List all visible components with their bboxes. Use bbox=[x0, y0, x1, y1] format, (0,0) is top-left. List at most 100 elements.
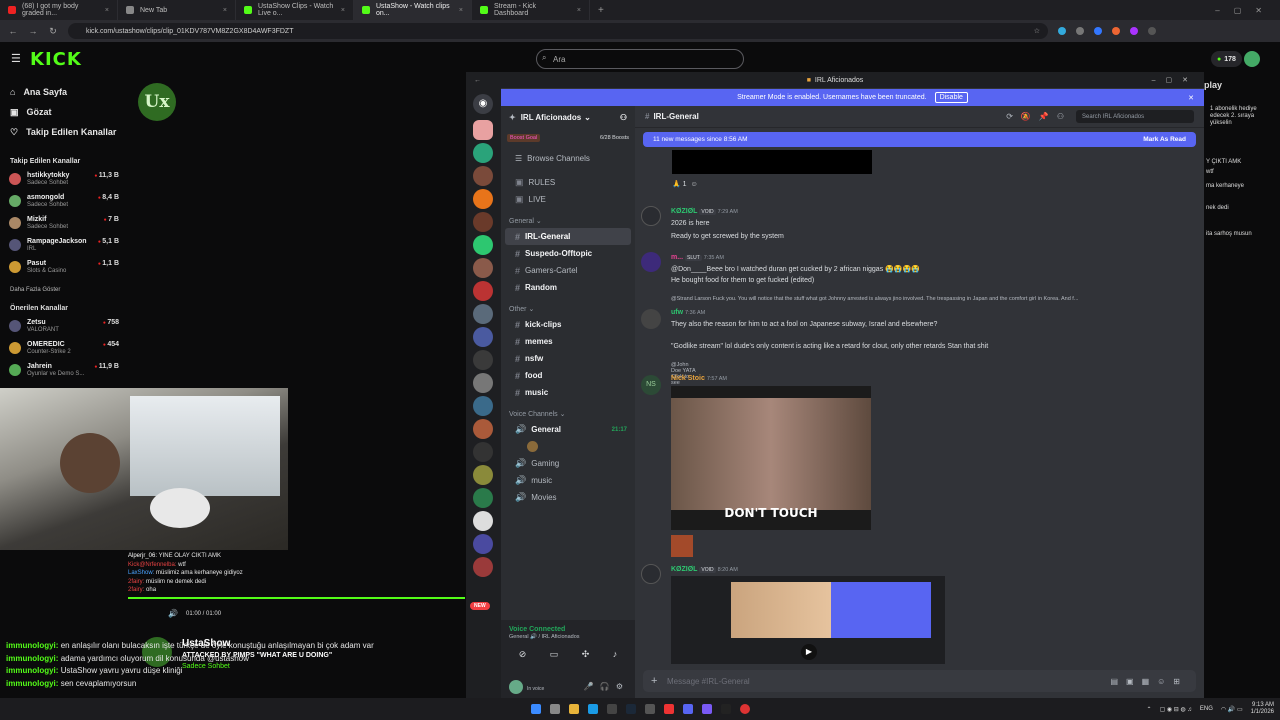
channel-channels_other-1[interactable]: # memes bbox=[501, 333, 635, 350]
server-icon[interactable] bbox=[473, 281, 493, 301]
server-icon[interactable] bbox=[473, 557, 493, 577]
sidebar-channel[interactable]: ZetsuVALORANT 758 bbox=[0, 316, 128, 338]
server-icon[interactable] bbox=[473, 511, 493, 531]
server-icon[interactable] bbox=[473, 212, 493, 232]
sidebar-channel[interactable]: hstikkytokkySadece Sohbet 11,3 B bbox=[0, 169, 128, 191]
browser-tab[interactable]: UstaShow Clips - Watch Live o... × bbox=[236, 0, 354, 20]
add-member-icon[interactable]: ⚇ bbox=[620, 113, 627, 122]
browser-tab[interactable]: (68) I got my body graded in... × bbox=[0, 0, 118, 20]
profile-avatar[interactable] bbox=[1148, 27, 1156, 35]
channel-voice-2[interactable]: 🔊 music bbox=[501, 472, 635, 489]
channel-channels_general-3[interactable]: # Random bbox=[501, 279, 635, 296]
back-icon[interactable]: ← bbox=[474, 77, 481, 84]
disable-button[interactable]: Disable bbox=[934, 92, 968, 103]
extension-icon[interactable] bbox=[1076, 27, 1084, 35]
server-icon[interactable] bbox=[473, 189, 493, 209]
edge-icon[interactable] bbox=[587, 704, 598, 714]
user-controls[interactable]: 🎤🎧⚙ bbox=[584, 682, 629, 691]
server-name[interactable]: ✦ IRL Aficionados ⌄ ⚇ bbox=[501, 106, 635, 128]
obs-icon[interactable] bbox=[720, 704, 731, 714]
close-icon[interactable]: × bbox=[341, 7, 345, 14]
chat-username[interactable]: immunologyi: bbox=[6, 666, 58, 675]
sidebar-channel[interactable]: RampageJacksonIRL 5,1 B bbox=[0, 235, 128, 257]
server-search-input[interactable]: Search IRL Aficionados bbox=[1076, 110, 1194, 123]
header-tools[interactable]: ⟳🔕📌⚇ bbox=[1006, 112, 1072, 121]
sidebar-channel[interactable]: MizkifSadece Sohbet 7 B bbox=[0, 213, 128, 235]
forward-icon[interactable]: → bbox=[28, 26, 38, 36]
search-icon[interactable] bbox=[549, 704, 560, 714]
steam-icon[interactable] bbox=[625, 704, 636, 714]
app-icon[interactable] bbox=[644, 704, 655, 714]
screen-share-icon[interactable]: ▭ bbox=[550, 649, 559, 660]
reaction[interactable]: 🙏 1 ☺ bbox=[672, 180, 698, 188]
video-attachment[interactable]: ▶ bbox=[671, 576, 945, 664]
chrome-icon[interactable] bbox=[739, 704, 750, 714]
explorer-icon[interactable] bbox=[568, 704, 579, 714]
message-input[interactable]: + Message #IRL-General ▤▣▦☺⊞ bbox=[643, 670, 1196, 692]
soundboard-icon[interactable]: ♪ bbox=[613, 649, 618, 660]
sidebar-channel[interactable]: JahreinOyunlar ve Demo S... 11,9 B bbox=[0, 360, 128, 382]
server-icon[interactable] bbox=[473, 258, 493, 278]
menu-icon[interactable]: ☰ bbox=[11, 52, 21, 65]
reload-icon[interactable]: ↻ bbox=[48, 26, 58, 37]
search-input[interactable]: ⌕ Ara bbox=[536, 49, 744, 69]
nav-home[interactable]: ⌂ Ana Sayfa bbox=[0, 82, 128, 102]
browser-tab[interactable]: New Tab × bbox=[118, 0, 236, 20]
chat-username[interactable]: immunologyi: bbox=[6, 654, 58, 663]
new-messages-bar[interactable]: 11 new messages since 8:56 AM Mark As Rea… bbox=[643, 132, 1196, 147]
server-icon[interactable] bbox=[473, 143, 493, 163]
discord-icon[interactable] bbox=[682, 704, 693, 714]
channel-channels_general-2[interactable]: # Gamers-Cartel bbox=[501, 262, 635, 279]
category-general[interactable]: General ⌄ bbox=[501, 214, 635, 228]
channel-channels_other-0[interactable]: # kick-clips bbox=[501, 316, 635, 333]
channel-voice-3[interactable]: 🔊 Movies bbox=[501, 489, 635, 506]
user-avatar[interactable] bbox=[1244, 51, 1260, 67]
channel-voice-1[interactable]: 🔊 Gaming bbox=[501, 455, 635, 472]
server-icon[interactable] bbox=[473, 373, 493, 393]
voice-user-avatar[interactable] bbox=[527, 441, 538, 452]
window-controls[interactable]: –▢✕ bbox=[1215, 6, 1280, 15]
server-icon[interactable] bbox=[473, 419, 493, 439]
server-icon[interactable] bbox=[473, 327, 493, 347]
close-icon[interactable]: × bbox=[459, 7, 463, 14]
browse-channels[interactable]: ☰ Browse Channels bbox=[501, 148, 635, 168]
user-avatar[interactable] bbox=[509, 680, 523, 694]
reply-preview[interactable]: @Strand Larson Fuck you. You will notice… bbox=[671, 296, 1201, 302]
category-other[interactable]: Other ⌄ bbox=[501, 302, 635, 316]
extension-icon[interactable] bbox=[1112, 27, 1120, 35]
server-icon[interactable] bbox=[473, 235, 493, 255]
extension-icon[interactable] bbox=[1094, 27, 1102, 35]
nav-browse[interactable]: ▣ Gözat bbox=[0, 102, 128, 122]
kick-logo[interactable]: KICK bbox=[30, 49, 82, 70]
back-icon[interactable]: ← bbox=[8, 26, 18, 36]
avatar[interactable] bbox=[641, 252, 661, 272]
channel-channels_general-0[interactable]: # IRL-General bbox=[505, 228, 631, 245]
discord-home-icon[interactable]: ◉ bbox=[473, 94, 493, 114]
plus-icon[interactable]: + bbox=[651, 675, 657, 687]
server-icon[interactable] bbox=[473, 120, 493, 140]
show-more-link[interactable]: Daha Fazla Göster bbox=[0, 279, 128, 297]
sidebar-channel[interactable]: PasutSlots & Casino 1,1 B bbox=[0, 257, 128, 279]
server-icon[interactable] bbox=[473, 304, 493, 324]
avatar[interactable] bbox=[641, 206, 661, 226]
server-icon[interactable] bbox=[473, 166, 493, 186]
star-icon[interactable]: ☆ bbox=[1034, 27, 1040, 35]
sidebar-channel[interactable]: asmongoldSadece Sohbet 8,4 B bbox=[0, 191, 128, 213]
terminal-icon[interactable] bbox=[606, 704, 617, 714]
close-icon[interactable]: ✕ bbox=[1188, 94, 1194, 102]
extension-icon[interactable] bbox=[1130, 27, 1138, 35]
wifi-icon[interactable]: ◠ 🔊 ▭ bbox=[1221, 706, 1243, 713]
sidebar-channel[interactable]: OMEREDICCounter-Strike 2 454 bbox=[0, 338, 128, 360]
app-icon[interactable] bbox=[701, 704, 712, 714]
tray-icons[interactable]: ▢ ◉ ⊟ ◍ ♫ bbox=[1160, 706, 1192, 713]
activity-icon[interactable]: ✣ bbox=[582, 649, 590, 660]
video-progress-bar[interactable] bbox=[128, 597, 465, 599]
channel-channels_top-0[interactable]: ▣ RULES bbox=[501, 174, 635, 191]
camera-off-icon[interactable]: ⊘ bbox=[519, 649, 527, 660]
credits-badge[interactable]: ● 178 bbox=[1211, 51, 1242, 67]
boost-goal[interactable]: Boost Goal 6/28 Boosts bbox=[507, 132, 629, 144]
server-icon[interactable] bbox=[473, 442, 493, 462]
close-icon[interactable]: × bbox=[577, 7, 581, 14]
browser-tab-active[interactable]: UstaShow - Watch clips on... × bbox=[354, 0, 472, 20]
channel-voice-0[interactable]: 🔊 General 21:17 bbox=[501, 421, 635, 438]
